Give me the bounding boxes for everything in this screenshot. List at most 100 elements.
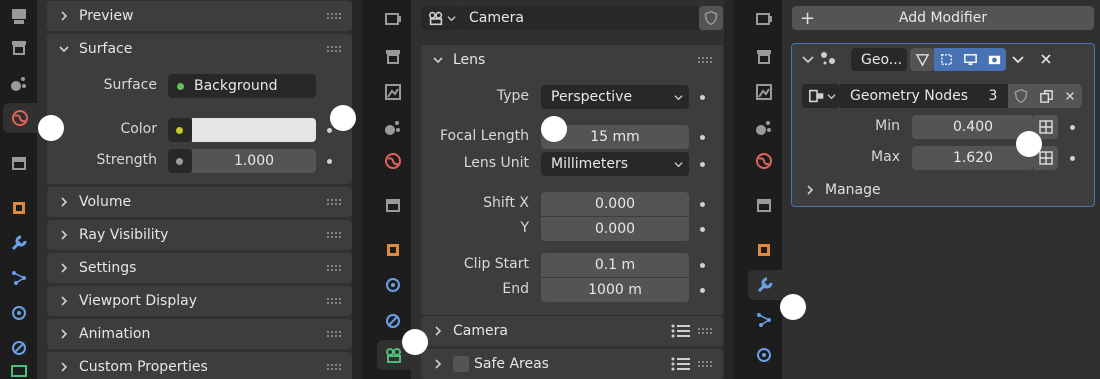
tab-output[interactable] [749,77,779,107]
drag-handle-icon[interactable] [326,264,342,272]
strength-field[interactable]: 1.000 [192,149,316,173]
keyframe-dot-icon[interactable] [700,263,705,268]
on-cage-toggle[interactable] [934,48,958,71]
shift-x-field[interactable]: 0.000 [541,192,689,216]
section-animation[interactable]: Animation [47,319,352,349]
scrollbar[interactable] [352,0,362,379]
datablock-browse-button[interactable] [421,6,459,30]
tab-collection[interactable] [378,190,408,220]
tab-particles[interactable] [4,263,34,293]
list-presets-icon[interactable] [671,357,691,371]
section-safe-areas[interactable]: Safe Areas [421,349,723,379]
tab-world[interactable] [749,146,779,176]
close-icon[interactable] [1039,52,1053,66]
edit-mode-toggle[interactable] [910,48,934,71]
shift-y-field[interactable]: 0.000 [541,217,689,241]
tab-object[interactable] [749,235,779,265]
section-settings[interactable]: Settings [47,253,352,283]
section-ray-visibility[interactable]: Ray Visibility [47,220,352,250]
tab-modifiers[interactable] [748,270,782,300]
tab-constraints[interactable] [4,333,34,363]
tab-tool[interactable] [378,5,408,35]
tab-constraints[interactable] [378,306,408,336]
area-divider[interactable] [734,0,745,379]
tab-tool[interactable] [4,2,34,32]
node-group-name-field[interactable]: Geometry Nodes [840,84,978,108]
drag-handle-icon[interactable] [697,360,713,368]
section-lens[interactable]: Lens [421,45,723,75]
viewport-toggle[interactable] [958,48,982,71]
tab-render[interactable] [749,42,779,72]
duplicate-button[interactable] [1034,84,1058,108]
tab-physics[interactable] [4,298,34,328]
tab-particles[interactable] [749,305,779,335]
tab-view-layer[interactable] [4,68,34,98]
drag-handle-icon[interactable] [326,198,342,206]
add-modifier-button[interactable]: + Add Modifier [792,6,1094,30]
section-preview[interactable]: Preview [47,1,352,31]
tab-scene[interactable] [749,112,779,142]
drag-handle-icon[interactable] [697,56,713,64]
keyframe-dot-icon[interactable] [700,162,705,167]
keyframe-dot-icon[interactable] [327,128,332,133]
clip-end-field[interactable]: 1000 m [541,278,689,302]
tab-render[interactable] [378,42,408,72]
users-count[interactable]: 3 [978,84,1008,108]
section-camera[interactable]: Camera [421,316,723,346]
keyframe-dot-icon[interactable] [700,202,705,207]
scrollbar[interactable] [724,0,734,379]
list-presets-icon[interactable] [671,324,691,338]
fake-user-button[interactable] [1008,84,1034,108]
color-swatch[interactable] [192,118,316,142]
datablock-name-field[interactable]: Camera [459,6,699,30]
tab-object[interactable] [4,193,34,223]
section-custom-properties[interactable]: Custom Properties [47,352,352,379]
drag-handle-icon[interactable] [326,297,342,305]
tab-render[interactable] [4,33,34,63]
section-surface[interactable]: Surface [47,34,352,64]
drag-handle-icon[interactable] [326,45,342,53]
node-group-browse-button[interactable] [802,84,840,108]
tab-world[interactable] [3,103,37,133]
strength-socket[interactable] [168,149,192,173]
tab-collection[interactable] [4,148,34,178]
tab-scene[interactable] [378,112,408,142]
safe-areas-checkbox[interactable] [453,356,469,372]
tab-collection[interactable] [749,190,779,220]
lens-unit-dropdown[interactable]: Millimeters [541,152,689,176]
fake-user-button[interactable] [699,6,723,30]
section-viewport-display[interactable]: Viewport Display [47,286,352,316]
tab-physics[interactable] [378,270,408,300]
area-divider[interactable] [362,0,374,379]
keyframe-dot-icon[interactable] [700,288,705,293]
keyframe-dot-icon[interactable] [1070,125,1075,130]
surface-shader-field[interactable]: Background [168,74,316,98]
keyframe-dot-icon[interactable] [700,95,705,100]
tab-output[interactable] [378,77,408,107]
chevron-down-icon[interactable] [801,52,815,66]
unlink-button[interactable] [1058,84,1082,108]
tab-world[interactable] [378,146,408,176]
keyframe-dot-icon[interactable] [700,227,705,232]
keyframe-dot-icon[interactable] [327,159,332,164]
drag-handle-icon[interactable] [326,363,342,371]
drag-handle-icon[interactable] [326,12,342,20]
drag-handle-icon[interactable] [326,330,342,338]
drag-handle-icon[interactable] [326,231,342,239]
max-field[interactable]: 1.620 [912,146,1034,170]
render-toggle[interactable] [982,48,1006,71]
tab-physics[interactable] [749,340,779,370]
chevron-down-icon[interactable] [1011,52,1025,66]
tab-modifiers[interactable] [4,228,34,258]
clip-start-field[interactable]: 0.1 m [541,253,689,277]
tab-object[interactable] [378,235,408,265]
tab-data[interactable] [4,365,34,379]
type-dropdown[interactable]: Perspective [541,85,689,109]
modifier-name-field[interactable]: Geo... [851,48,907,71]
keyframe-dot-icon[interactable] [700,135,705,140]
keyframe-dot-icon[interactable] [1070,156,1075,161]
drag-handle-icon[interactable] [697,327,713,335]
min-field[interactable]: 0.400 [912,115,1034,139]
tab-tool[interactable] [749,5,779,35]
section-volume[interactable]: Volume [47,187,352,217]
